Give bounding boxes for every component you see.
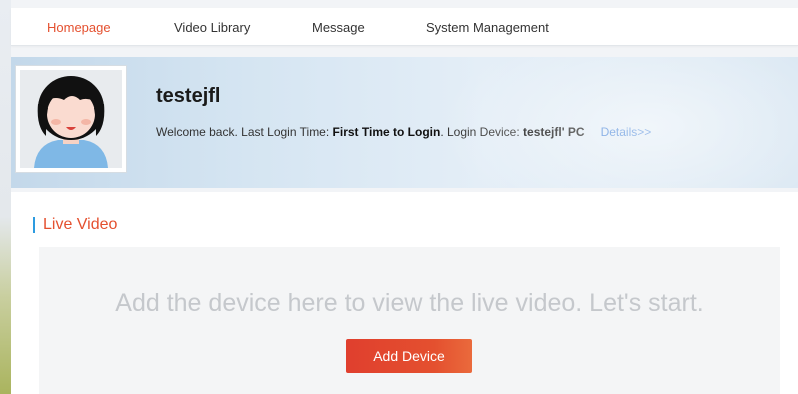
app-window: Homepage Video Library Message System Ma… xyxy=(0,0,798,394)
username: testejfl xyxy=(156,85,221,107)
login-device: testejfl' PC xyxy=(523,125,585,139)
live-video-section: Live Video Add the device here to view t… xyxy=(11,192,798,394)
nav-system-management[interactable]: System Management xyxy=(426,20,549,35)
welcome-prefix: Welcome back. Last Login Time: xyxy=(156,125,333,139)
user-avatar-icon xyxy=(20,70,122,168)
details-link[interactable]: Details>> xyxy=(601,125,652,139)
top-nav: Homepage Video Library Message System Ma… xyxy=(11,8,798,46)
nav-message[interactable]: Message xyxy=(312,20,365,35)
welcome-message: Welcome back. Last Login Time: First Tim… xyxy=(156,125,651,139)
login-device-prefix: . Login Device: xyxy=(440,125,524,139)
main-frame: Homepage Video Library Message System Ma… xyxy=(11,0,798,394)
last-login-time: First Time to Login xyxy=(332,125,441,139)
section-title-live-video: Live Video xyxy=(33,217,117,233)
live-video-empty-panel: Add the device here to view the live vid… xyxy=(39,247,780,394)
empty-state-message: Add the device here to view the live vid… xyxy=(115,289,704,317)
nav-video-library[interactable]: Video Library xyxy=(174,20,250,35)
avatar[interactable] xyxy=(15,65,127,173)
left-decorative-strip xyxy=(0,0,11,394)
nav-homepage[interactable]: Homepage xyxy=(47,20,111,35)
add-device-button[interactable]: Add Device xyxy=(346,339,472,373)
profile-banner: testejfl Welcome back. Last Login Time: … xyxy=(11,57,798,188)
